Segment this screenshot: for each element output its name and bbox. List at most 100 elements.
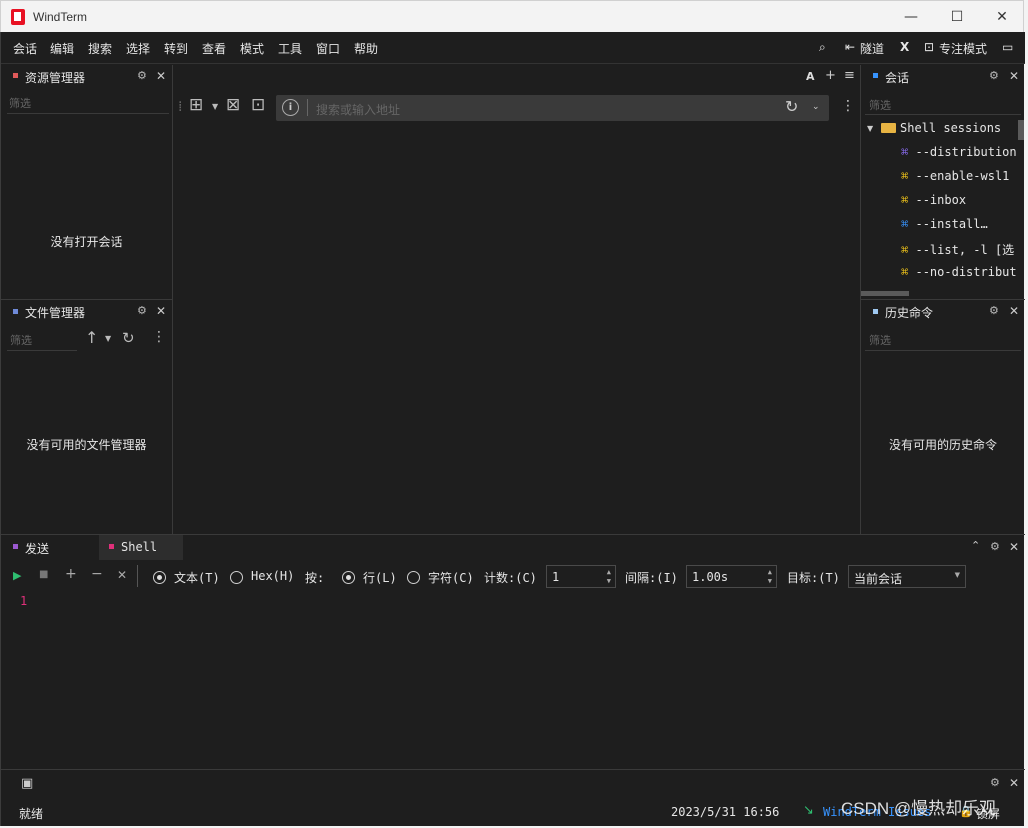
count-stepper-arrows-icon[interactable]: ▲ ▼ xyxy=(607,568,611,586)
status-close-icon[interactable]: ✕ xyxy=(1009,776,1019,790)
add-icon[interactable]: + xyxy=(65,566,77,582)
search-icon[interactable]: ⌕ xyxy=(819,40,826,55)
file-manager-settings-gear-icon[interactable]: ⚙ xyxy=(137,304,147,317)
close-window-button[interactable]: ✕ xyxy=(979,1,1025,33)
file-manager-marker-icon xyxy=(13,309,18,314)
target-value: 当前会话 xyxy=(854,572,903,586)
menu-view[interactable]: 查看 xyxy=(202,40,226,57)
more-options-icon[interactable]: ⋮ xyxy=(152,329,166,345)
sessions-close-icon[interactable]: ✕ xyxy=(1009,69,1019,83)
stop-icon[interactable]: ■ xyxy=(39,569,48,580)
new-session-dropdown-icon[interactable]: ▼ xyxy=(212,102,218,111)
address-input[interactable]: 搜索或输入地址 xyxy=(316,101,400,118)
tunnel-icon[interactable]: ⇤ xyxy=(845,40,855,54)
tab-menu-icon[interactable]: ≡ xyxy=(844,68,855,83)
history-close-icon[interactable]: ✕ xyxy=(1009,304,1019,318)
clear-icon[interactable]: ✕ xyxy=(117,568,127,582)
session-item[interactable]: ⌘ --list, -l [选 xyxy=(901,241,1017,258)
target-dropdown-icon[interactable]: ▼ xyxy=(955,571,960,579)
count-stepper[interactable]: 1 ▲ ▼ xyxy=(546,565,616,588)
file-manager-panel: 文件管理器 ⚙ ✕ 筛选 ↑ ▼ ↻ ⋮ 没有可用的文件管理器 xyxy=(1,300,172,534)
session-group-label[interactable]: Shell sessions xyxy=(900,121,1001,135)
x-button[interactable]: X xyxy=(900,40,909,54)
explorer-filter-input[interactable]: 筛选 xyxy=(9,95,31,111)
tab-shell[interactable]: Shell xyxy=(121,540,157,554)
sessions-filter-input[interactable]: 筛选 xyxy=(869,97,891,113)
by-label: 按: xyxy=(305,571,325,585)
menu-edit[interactable]: 编辑 xyxy=(50,40,74,57)
session-item[interactable]: ⌘ --distribution xyxy=(901,145,1017,159)
send-settings-gear-icon[interactable]: ⚙ xyxy=(990,540,1000,553)
char-radio[interactable] xyxy=(407,571,420,584)
output-panel-icon[interactable]: ▣ xyxy=(21,776,33,791)
session-options-icon[interactable]: ⊡ xyxy=(251,95,265,115)
explorer-settings-gear-icon[interactable]: ⚙ xyxy=(137,69,147,82)
dropdown-chevron-icon[interactable]: ▼ xyxy=(105,334,111,343)
font-size-button[interactable]: A xyxy=(806,70,815,83)
line-radio-label[interactable]: 行(L) xyxy=(363,569,397,586)
file-manager-filter-input[interactable]: 筛选 xyxy=(10,332,32,348)
play-icon[interactable]: ▶ xyxy=(13,569,21,582)
send-marker-icon xyxy=(13,544,18,549)
menu-select[interactable]: 选择 xyxy=(126,40,150,57)
session-item-label: --inbox xyxy=(915,193,967,207)
reload-icon[interactable]: ↻ xyxy=(785,97,798,116)
status-splitter xyxy=(1,769,1025,770)
toolbar-grip-icon[interactable]: ⁞ xyxy=(178,99,182,115)
collapse-chevron-icon[interactable]: ⌃ xyxy=(971,539,980,552)
session-item[interactable]: ⌘ --inbox xyxy=(901,193,1017,207)
tunnel-button[interactable]: 隧道 xyxy=(860,40,884,57)
history-settings-gear-icon[interactable]: ⚙ xyxy=(989,304,999,317)
interval-stepper[interactable]: 1.00s ▲ ▼ xyxy=(686,565,777,588)
menu-window[interactable]: 窗口 xyxy=(316,40,340,57)
layout-icon[interactable]: ▭ xyxy=(1002,40,1013,54)
file-manager-title: 文件管理器 xyxy=(25,306,86,320)
editor-area: A + ≡ ⁞ ⊞ ▼ ⊠ ⊡ xyxy=(173,65,860,534)
explorer-close-icon[interactable]: ✕ xyxy=(156,69,166,83)
status-link-icon[interactable]: ↘ xyxy=(803,803,814,818)
history-filter-input[interactable]: 筛选 xyxy=(869,332,891,348)
explorer-empty-message: 没有打开会话 xyxy=(50,235,123,249)
menu-mode[interactable]: 模式 xyxy=(240,40,264,57)
focus-mode-button[interactable]: 专注模式 xyxy=(939,40,987,57)
session-item[interactable]: ⌘ --enable-wsl1 xyxy=(901,169,1017,183)
new-session-icon[interactable]: ⊞ xyxy=(189,95,203,115)
add-tab-icon[interactable]: + xyxy=(825,68,836,83)
info-icon[interactable]: i xyxy=(282,99,299,116)
remove-icon[interactable]: − xyxy=(91,566,103,582)
file-manager-close-icon[interactable]: ✕ xyxy=(156,304,166,318)
menu-tools[interactable]: 工具 xyxy=(278,40,302,57)
maximize-button[interactable]: ☐ xyxy=(934,1,980,33)
session-item[interactable]: ⌘ --install… xyxy=(901,217,1017,231)
line-radio[interactable] xyxy=(342,571,355,584)
interval-stepper-arrows-icon[interactable]: ▲ ▼ xyxy=(768,568,772,586)
session-tree-vertical-scrollbar[interactable] xyxy=(1018,120,1024,140)
sessions-settings-gear-icon[interactable]: ⚙ xyxy=(989,69,999,82)
send-close-icon[interactable]: ✕ xyxy=(1009,540,1019,554)
close-session-icon[interactable]: ⊠ xyxy=(226,95,240,115)
session-tree-horizontal-scrollbar[interactable] xyxy=(861,291,909,296)
minimize-button[interactable]: — xyxy=(888,1,934,33)
text-radio[interactable] xyxy=(153,571,166,584)
menu-session[interactable]: 会话 xyxy=(13,40,37,57)
address-dropdown-icon[interactable]: ⌄ xyxy=(812,102,820,112)
menu-search[interactable]: 搜索 xyxy=(88,40,112,57)
menu-goto[interactable]: 转到 xyxy=(164,40,188,57)
go-up-arrow-icon[interactable]: ↑ xyxy=(85,328,98,347)
editor-more-icon[interactable]: ⋮ xyxy=(841,98,855,114)
status-settings-gear-icon[interactable]: ⚙ xyxy=(990,776,1000,789)
tree-expand-chevron-icon[interactable]: ▼ xyxy=(867,124,873,133)
hex-radio-label[interactable]: Hex(H) xyxy=(251,569,294,583)
focus-mode-icon[interactable]: ⊡ xyxy=(924,40,934,54)
refresh-icon[interactable]: ↻ xyxy=(122,329,135,347)
address-search-bar[interactable]: i 搜索或输入地址 ↻ ⌄ xyxy=(276,95,829,121)
status-datetime: 2023/5/31 16:56 xyxy=(671,805,780,819)
menu-help[interactable]: 帮助 xyxy=(354,40,378,57)
text-radio-label[interactable]: 文本(T) xyxy=(174,569,220,586)
session-item[interactable]: ⌘ --no-distribut xyxy=(901,265,1017,279)
hex-radio[interactable] xyxy=(230,571,243,584)
target-select[interactable]: 当前会话 ▼ xyxy=(848,565,966,588)
tab-shell-background[interactable]: Shell xyxy=(99,535,183,560)
char-radio-label[interactable]: 字符(C) xyxy=(428,569,474,586)
tab-send[interactable]: 发送 xyxy=(25,540,49,557)
